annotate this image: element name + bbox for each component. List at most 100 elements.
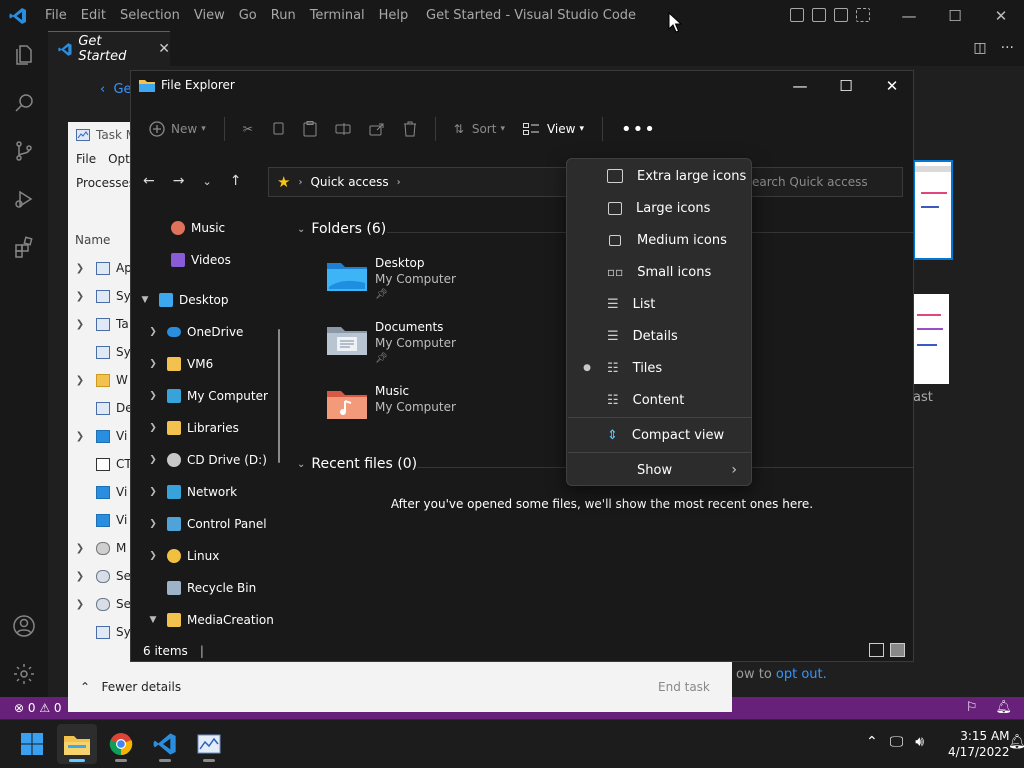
paste-icon[interactable] [303,121,317,137]
notifications-bell-icon[interactable]: 🔔︎ [995,700,1012,715]
rename-icon[interactable] [335,122,351,136]
expand-chevron-icon[interactable]: ❯ [68,291,92,302]
details-view-icon[interactable] [869,643,884,657]
nav-pane-scrollbar[interactable] [278,329,280,463]
nav-item-network[interactable]: ❯ Network [147,476,237,508]
menu-terminal[interactable]: Terminal [303,0,372,31]
menu-file[interactable]: File [38,0,74,31]
chevron-right-icon[interactable]: ❯ [147,487,159,497]
fe-close-button[interactable]: ✕ [869,71,915,101]
chevron-down-icon[interactable]: ▼ [147,615,159,625]
view-button[interactable]: View ▾ [522,122,584,136]
end-task-button[interactable]: End task [658,680,710,694]
table-row[interactable]: ❯ Ta [68,310,129,338]
forward-arrow-icon[interactable]: → [173,173,185,189]
run-debug-icon[interactable] [0,175,48,223]
chevron-right-icon[interactable]: ❯ [147,551,159,561]
more-actions-icon[interactable]: ··· [1001,40,1014,56]
split-editor-icon[interactable]: ◫ [973,40,986,56]
table-row[interactable]: De [68,394,133,422]
fe-minimize-button[interactable]: — [777,71,823,101]
tiles-view-icon[interactable] [890,643,905,657]
remote-feedback-icon[interactable]: ⚐ [966,700,978,715]
start-button[interactable] [12,724,52,764]
table-row[interactable]: ❯ Sy [68,282,131,310]
fewer-details-button[interactable]: ⌃ Fewer details [80,680,181,694]
go-back-link[interactable]: ‹ Ge [100,82,132,97]
nav-item-cd-drive[interactable]: ❯ CD Drive (D:) [147,444,267,476]
toggle-secondary-sidebar-icon[interactable] [834,8,848,22]
table-row[interactable]: Vi [68,478,127,506]
menu-item-small-icons[interactable]: ▫▫ Small icons [567,256,753,288]
notification-bell-icon[interactable]: 🔔︎ [1008,734,1024,750]
menu-item-tiles[interactable]: ● ☷ Tiles [567,352,753,384]
address-bar[interactable]: ★ › Quick access › [268,167,572,197]
chevron-down-icon[interactable]: ▼ [139,295,151,305]
expand-chevron-icon[interactable]: ❯ [68,543,92,554]
sort-button[interactable]: ⇅ Sort ▾ [454,122,505,136]
new-button[interactable]: New ▾ [149,121,206,137]
table-row[interactable]: CT [68,450,132,478]
menu-selection[interactable]: Selection [113,0,187,31]
network-status-icon[interactable]: 🖵︎ [890,734,904,750]
expand-chevron-icon[interactable]: ❯ [68,571,92,582]
delete-icon[interactable] [403,121,417,137]
menu-item-extra-large-icons[interactable]: Extra large icons [567,160,753,192]
walkthrough-thumbnail-2[interactable] [913,294,949,384]
folder-tile-documents[interactable]: Documents My Computer 📌︎ [325,319,456,367]
menu-edit[interactable]: Edit [74,0,113,31]
taskbar-clock[interactable]: 3:15 AM 4/17/2022 [948,728,1010,760]
folder-tile-music[interactable]: Music My Computer [325,383,456,421]
table-row[interactable]: ❯ Se [68,590,131,618]
menu-go[interactable]: Go [232,0,264,31]
nav-item-onedrive[interactable]: ❯ OneDrive [147,316,243,348]
taskbar-file-explorer[interactable] [57,724,97,764]
nav-item-my-computer[interactable]: ❯ My Computer [147,380,268,412]
table-row[interactable]: ❯ M [68,534,127,562]
tm-column-name[interactable]: Name [75,233,110,247]
table-row[interactable]: Vi [68,506,127,534]
cut-icon[interactable]: ✂ [243,122,253,136]
up-arrow-icon[interactable]: ↑ [230,173,242,189]
nav-item-desktop[interactable]: ▼ Desktop [139,284,229,316]
menu-item-list[interactable]: ☰ List [567,288,753,320]
toggle-panel-icon[interactable] [812,8,826,22]
source-control-icon[interactable] [0,127,48,175]
chevron-right-icon[interactable]: ❯ [147,359,159,369]
taskbar-chrome[interactable] [101,724,141,764]
menu-view[interactable]: View [187,0,232,31]
back-arrow-icon[interactable]: ← [143,173,155,189]
expand-chevron-icon[interactable]: ❯ [68,431,92,442]
search-input[interactable]: earch Quick access [743,167,903,197]
chevron-right-icon[interactable]: ❯ [147,455,159,465]
nav-item-recycle-bin[interactable]: Recycle Bin [147,572,256,604]
nav-item-libraries[interactable]: ❯ Libraries [147,412,239,444]
chevron-right-icon[interactable]: ❯ [147,327,159,337]
menu-item-details[interactable]: ☰ Details [567,320,753,352]
chevron-right-icon[interactable]: ❯ [147,519,159,529]
taskbar-task-manager[interactable] [189,724,229,764]
customize-layout-icon[interactable] [856,8,870,22]
nav-item-mediacreation[interactable]: ▼ MediaCreation [147,604,274,635]
expand-chevron-icon[interactable]: ❯ [68,375,92,386]
recent-locations-chevron-icon[interactable]: ⌄ [202,175,211,189]
tab-get-started[interactable]: Get Started ✕ [48,31,170,66]
table-row[interactable]: Sy [68,338,131,366]
folder-tile-desktop[interactable]: Desktop My Computer 📌︎ [325,255,456,303]
maximize-button[interactable]: ☐ [932,0,978,31]
recent-files-group-header[interactable]: ⌄ Recent files (0) [297,456,417,472]
chevron-right-icon[interactable]: ❯ [147,391,159,401]
problems-status[interactable]: ⊗ 0 ⚠ 0 [0,701,62,715]
table-row[interactable]: ❯ W [68,366,128,394]
toggle-sidebar-icon[interactable] [790,8,804,22]
table-row[interactable]: ❯ Vi [68,422,127,450]
expand-chevron-icon[interactable]: ❯ [68,263,92,274]
table-row[interactable]: ❯ Ap [68,254,132,282]
extensions-icon[interactable] [0,223,48,271]
folders-group-header[interactable]: ⌄ Folders (6) [297,221,386,237]
fe-maximize-button[interactable]: ☐ [823,71,869,101]
menu-item-show[interactable]: Show › [567,454,753,486]
menu-item-medium-icons[interactable]: Medium icons [567,224,753,256]
tm-tab-processes[interactable]: Processes [76,176,135,190]
nav-item-control-panel[interactable]: ❯ Control Panel [147,508,267,540]
